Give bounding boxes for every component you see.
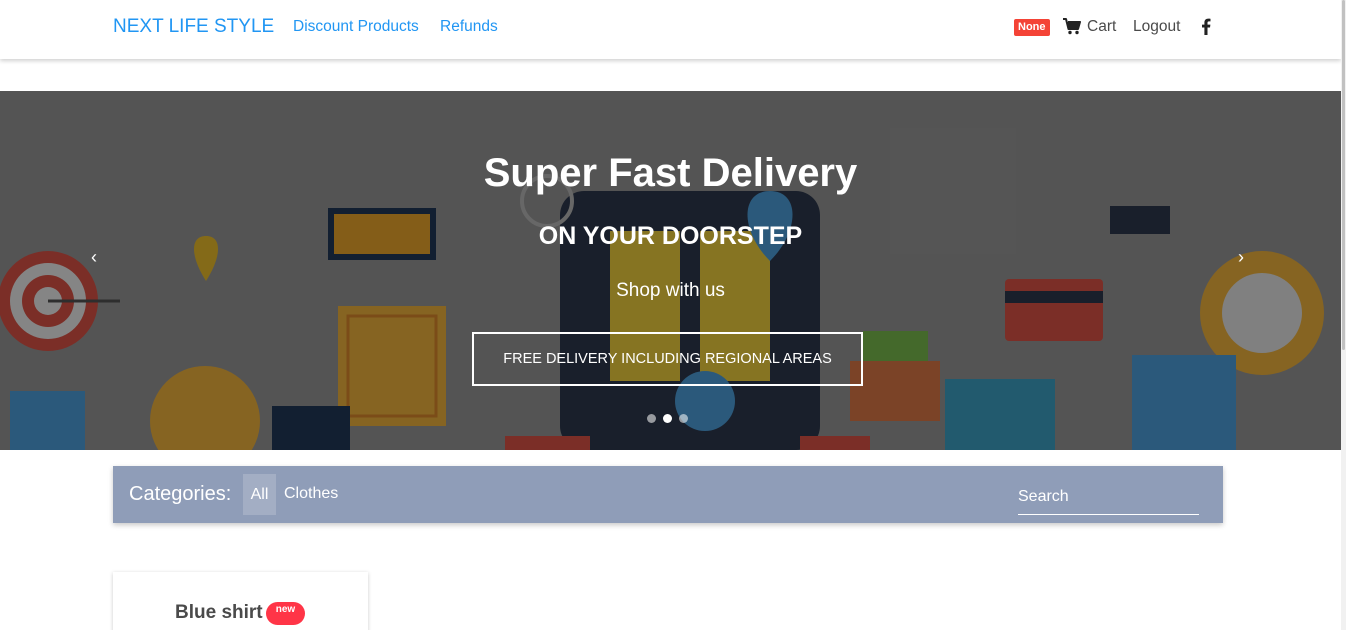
new-badge: new: [266, 602, 305, 625]
hero-overlay: [0, 91, 1341, 450]
category-clothes[interactable]: Clothes: [284, 485, 338, 503]
brand-link[interactable]: NEXT LIFE STYLE: [113, 16, 274, 38]
free-delivery-button[interactable]: FREE DELIVERY INCLUDING REGIONAL AREAS: [472, 332, 863, 386]
carousel-indicator-3[interactable]: [679, 414, 688, 423]
hero-subtitle: ON YOUR DOORSTEP: [538, 222, 803, 250]
cart-link[interactable]: Cart: [1087, 18, 1116, 36]
logout-link[interactable]: Logout: [1133, 18, 1180, 36]
hero-tagline: Shop with us: [616, 280, 725, 301]
category-all[interactable]: All: [243, 474, 276, 515]
page: NEXT LIFE STYLE Discount Products Refund…: [0, 0, 1346, 630]
categories-label: Categories:: [129, 483, 232, 505]
categories-bar: Categories: All Clothes: [113, 466, 1223, 523]
product-card[interactable]: Blue shirt new: [113, 572, 368, 630]
product-title[interactable]: Blue shirt: [175, 602, 263, 624]
nav-link-discount-products[interactable]: Discount Products: [293, 18, 419, 36]
facebook-icon[interactable]: [1201, 18, 1211, 35]
navbar: NEXT LIFE STYLE Discount Products Refund…: [0, 0, 1341, 59]
nav-link-refunds[interactable]: Refunds: [440, 18, 498, 36]
search-input[interactable]: [1018, 480, 1199, 515]
carousel-indicator-1[interactable]: [647, 414, 656, 423]
hero-carousel: ‹ › Super Fast Delivery ON YOUR DOORSTEP…: [0, 91, 1341, 450]
hero-title: Super Fast Delivery: [483, 151, 858, 195]
cart-icon[interactable]: [1063, 18, 1081, 35]
page-scrollbar-thumb[interactable]: [1342, 0, 1345, 350]
cart-count-badge: None: [1014, 19, 1050, 36]
carousel-indicator-2[interactable]: [663, 414, 672, 423]
